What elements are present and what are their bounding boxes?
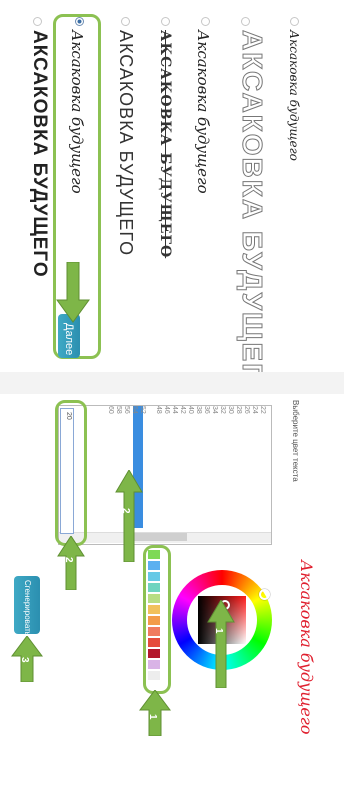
preview-text: Аксаковка будущего xyxy=(297,560,316,735)
color-swatch[interactable] xyxy=(148,627,160,636)
list-item[interactable]: 44 xyxy=(171,406,178,414)
size-input[interactable]: 20 xyxy=(60,408,74,534)
color-swatch[interactable] xyxy=(148,583,160,592)
color-swatch[interactable] xyxy=(148,550,160,559)
font-option-label[interactable]: АКСАКОВКА БУДУЩЕГО xyxy=(157,30,173,258)
list-item[interactable]: 58 xyxy=(115,406,122,414)
list-title: Выберите цвет текста xyxy=(291,400,300,482)
list-item[interactable]: 60 xyxy=(107,406,114,414)
list-item[interactable]: 56 xyxy=(123,406,130,414)
color-swatch[interactable] xyxy=(148,605,160,614)
color-swatch[interactable] xyxy=(148,638,160,647)
font-option-radio[interactable] xyxy=(201,17,210,26)
color-swatch[interactable] xyxy=(148,594,160,603)
arrow-up-icon xyxy=(138,689,172,737)
list-item[interactable]: 48 xyxy=(155,406,162,414)
panel-divider xyxy=(0,372,344,394)
list-item[interactable]: 50 xyxy=(147,406,154,414)
arrow-up-icon xyxy=(56,535,86,591)
color-swatch[interactable] xyxy=(148,660,160,669)
step-badge-3: 3 xyxy=(19,657,30,663)
size-input-value: 20 xyxy=(65,412,72,420)
list-item[interactable]: 36 xyxy=(203,406,210,414)
font-option-label[interactable]: АКСАКОВКА БУДУЩЕГО xyxy=(236,30,269,406)
color-swatch[interactable] xyxy=(148,572,160,581)
list-item[interactable]: 22 xyxy=(259,406,266,414)
font-option-label[interactable]: АКСАКОВКА БУДУЩЕГО xyxy=(115,30,136,256)
generate-button[interactable]: Сгенерировать xyxy=(14,576,40,636)
arrow-up-icon xyxy=(206,599,236,689)
next-button-label: Далее xyxy=(63,323,75,356)
color-swatch[interactable] xyxy=(148,671,160,680)
arrow-down-icon xyxy=(55,261,91,324)
font-option-label[interactable]: Аксаковка будущего xyxy=(287,30,301,161)
size-listbox[interactable] xyxy=(58,405,272,545)
font-option-label[interactable]: АКСАКОВКА БУДУЩЕГО xyxy=(28,30,50,278)
arrow-up-icon xyxy=(114,469,144,563)
generate-button-label: Сгенерировать xyxy=(23,580,32,636)
list-item[interactable]: 34 xyxy=(211,406,218,414)
step-badge-2b: 2 xyxy=(63,557,74,563)
list-item[interactable]: 42 xyxy=(179,406,186,414)
step-badge-1b: 1 xyxy=(147,714,158,720)
list-item[interactable]: 38 xyxy=(195,406,202,414)
color-swatch[interactable] xyxy=(148,561,160,570)
list-item[interactable]: 32 xyxy=(219,406,226,414)
list-item[interactable]: 30 xyxy=(227,406,234,414)
color-swatch[interactable] xyxy=(148,649,160,658)
color-wheel-handle[interactable] xyxy=(259,589,270,600)
list-item[interactable]: 46 xyxy=(163,406,170,414)
font-option-label[interactable]: Аксаковка будущего xyxy=(194,30,212,194)
step-badge-1: 1 xyxy=(213,628,224,634)
color-swatch[interactable] xyxy=(148,616,160,625)
font-option-radio[interactable] xyxy=(161,17,170,26)
list-item[interactable]: 28 xyxy=(235,406,242,414)
list-item[interactable]: 54 xyxy=(131,406,138,414)
list-item[interactable]: 26 xyxy=(243,406,250,414)
list-item[interactable]: 52 xyxy=(139,406,146,414)
font-option-radio[interactable] xyxy=(121,17,130,26)
font-option-radio[interactable] xyxy=(33,17,42,26)
list-item[interactable]: 40 xyxy=(187,406,194,414)
font-option-radio[interactable] xyxy=(241,17,250,26)
list-item[interactable]: 24 xyxy=(251,406,258,414)
font-option-radio[interactable] xyxy=(290,17,299,26)
step-badge-2: 2 xyxy=(120,508,131,514)
